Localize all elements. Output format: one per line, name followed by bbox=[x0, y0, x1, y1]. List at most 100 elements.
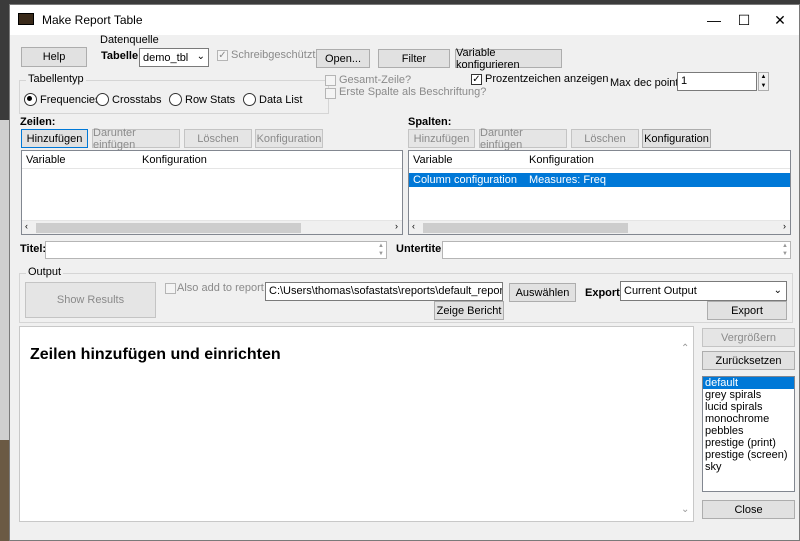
radio-crosstabs-label: Crosstabs bbox=[112, 93, 162, 106]
export-button[interactable]: Export bbox=[707, 301, 787, 320]
export-select-value: Current Output bbox=[624, 285, 697, 297]
scroll-right-icon[interactable]: › bbox=[783, 221, 786, 231]
title-bar[interactable]: Make Report Table — ☐ ✕ bbox=[10, 5, 799, 35]
cols-config-button[interactable]: Konfiguration bbox=[642, 129, 711, 148]
table-row[interactable]: Column configuration Measures: Freq bbox=[409, 173, 790, 187]
subtitle-spinner-icon: ▲ ▼ bbox=[782, 243, 788, 257]
chevron-down-icon: ⌄ bbox=[196, 51, 205, 62]
max-dec-input[interactable]: 1 bbox=[677, 72, 757, 91]
rows-list[interactable]: Variable Konfiguration ‹ › bbox=[21, 150, 403, 235]
title-input[interactable]: ▲ ▼ bbox=[45, 241, 387, 259]
readonly-label: Schreibgeschützt bbox=[231, 49, 316, 61]
rows-scroll-thumb[interactable] bbox=[36, 223, 301, 233]
filter-button[interactable]: Filter bbox=[378, 49, 450, 68]
configure-variable-button[interactable]: Variable konfigurieren bbox=[455, 47, 562, 71]
cols-insert-under-button[interactable]: Darunter einfügen bbox=[479, 127, 567, 151]
title-spinner-icon: ▲ ▼ bbox=[378, 243, 384, 257]
radio-rowstats-label: Row Stats bbox=[185, 93, 236, 106]
rows-col-variable[interactable]: Variable bbox=[26, 154, 66, 166]
first-col-label-text: Erste Spalte als Beschriftung? bbox=[339, 86, 487, 98]
radio-datalist-label: Data List bbox=[259, 93, 303, 106]
list-item[interactable]: sky bbox=[703, 461, 794, 473]
scroll-left-icon[interactable]: ‹ bbox=[25, 221, 28, 231]
subtitle-input[interactable]: ▲ ▼ bbox=[442, 241, 791, 259]
radio-rowstats[interactable]: Row Stats bbox=[169, 93, 235, 106]
list-item[interactable]: lucid spirals bbox=[703, 401, 794, 413]
readonly-checkbox[interactable]: ✓ bbox=[217, 50, 228, 61]
export-select[interactable]: Current Output ⌄ bbox=[620, 281, 787, 301]
radio-datalist[interactable]: Data List bbox=[243, 93, 302, 106]
list-item[interactable]: monochrome bbox=[703, 413, 794, 425]
browse-button[interactable]: Auswählen bbox=[509, 283, 576, 302]
scroll-down-icon[interactable]: ⌄ bbox=[681, 504, 689, 515]
rows-insert-under-button[interactable]: Darunter einfügen bbox=[92, 127, 180, 151]
add-to-report-label: Also add to report bbox=[177, 282, 264, 294]
radio-frequencies[interactable]: Frequencies bbox=[24, 93, 101, 106]
app-icon bbox=[18, 13, 34, 25]
table-select[interactable]: demo_tbl ⌄ bbox=[139, 48, 209, 67]
radio-rowstats-dot bbox=[169, 93, 182, 106]
scroll-right-icon[interactable]: › bbox=[395, 221, 398, 231]
reset-button[interactable]: Zurücksetzen bbox=[702, 351, 795, 370]
cols-label: Spalten: bbox=[408, 116, 452, 128]
total-row-checkbox[interactable] bbox=[325, 75, 336, 86]
preview-vscrollbar[interactable]: ⌃ ⌄ bbox=[679, 327, 693, 521]
rows-hscrollbar[interactable]: ‹ › bbox=[22, 220, 402, 234]
radio-datalist-dot bbox=[243, 93, 256, 106]
rows-add-button[interactable]: Hinzufügen bbox=[21, 129, 88, 148]
rows-delete-button[interactable]: Löschen bbox=[184, 129, 252, 148]
style-list[interactable]: default grey spirals lucid spirals monoc… bbox=[702, 376, 795, 492]
max-dec-spinner[interactable]: ▲ ▼ bbox=[758, 72, 769, 91]
list-item[interactable]: default bbox=[703, 377, 794, 389]
max-dec-label: Max dec points bbox=[610, 77, 684, 89]
report-path-input[interactable]: C:\Users\thomas\sofastats\reports\defaul… bbox=[265, 282, 503, 301]
radio-frequencies-dot bbox=[24, 93, 37, 106]
rows-list-header: Variable Konfiguration bbox=[22, 151, 402, 169]
cols-col-variable[interactable]: Variable bbox=[413, 154, 453, 166]
show-percent-checkbox[interactable]: ✓ bbox=[471, 74, 482, 85]
title-label: Titel: bbox=[20, 243, 47, 255]
cols-scroll-thumb[interactable] bbox=[423, 223, 628, 233]
rows-config-button[interactable]: Konfiguration bbox=[255, 129, 323, 148]
scroll-up-icon[interactable]: ⌃ bbox=[681, 343, 689, 354]
add-to-report-checkbox[interactable] bbox=[165, 283, 176, 294]
show-report-button[interactable]: Zeige Bericht bbox=[434, 301, 504, 320]
first-col-label-checkbox[interactable] bbox=[325, 88, 336, 99]
close-window-button[interactable]: ✕ bbox=[760, 5, 800, 35]
list-item[interactable]: grey spirals bbox=[703, 389, 794, 401]
cols-add-button[interactable]: Hinzufügen bbox=[408, 129, 475, 148]
datasource-group-label: Datenquelle bbox=[100, 34, 159, 46]
cols-row-variable: Column configuration bbox=[413, 174, 517, 186]
subtitle-label: Untertitel: bbox=[396, 243, 448, 255]
tabletype-label: Tabellentyp bbox=[26, 73, 86, 85]
open-button[interactable]: Open... bbox=[316, 49, 370, 68]
cols-list-header: Variable Konfiguration bbox=[409, 151, 790, 169]
export-label: Export: bbox=[585, 287, 624, 299]
radio-frequencies-label: Frequencies bbox=[40, 93, 101, 106]
preview-pane[interactable]: Zeilen hinzufügen und einrichten ⌃ ⌄ bbox=[19, 326, 694, 522]
list-item[interactable]: prestige (print) bbox=[703, 437, 794, 449]
table-select-value: demo_tbl bbox=[143, 51, 189, 64]
cols-list[interactable]: Variable Konfiguration Column configurat… bbox=[408, 150, 791, 235]
scroll-left-icon[interactable]: ‹ bbox=[412, 221, 415, 231]
list-item[interactable]: pebbles bbox=[703, 425, 794, 437]
show-results-button[interactable]: Show Results bbox=[25, 282, 156, 318]
output-group-label: Output bbox=[26, 266, 64, 278]
show-percent-label: Prozentzeichen anzeigen bbox=[485, 73, 609, 85]
cols-delete-button[interactable]: Löschen bbox=[571, 129, 639, 148]
preview-message: Zeilen hinzufügen und einrichten bbox=[30, 346, 281, 363]
cols-row-config: Measures: Freq bbox=[529, 174, 607, 186]
chevron-down-icon: ⌄ bbox=[773, 285, 782, 296]
maximize-button[interactable]: ☐ bbox=[724, 5, 764, 35]
rows-col-config[interactable]: Konfiguration bbox=[142, 154, 207, 166]
window-title: Make Report Table bbox=[42, 13, 143, 27]
close-button[interactable]: Close bbox=[702, 500, 795, 519]
rows-label: Zeilen: bbox=[20, 116, 56, 128]
cols-col-config[interactable]: Konfiguration bbox=[529, 154, 594, 166]
radio-crosstabs[interactable]: Crosstabs bbox=[96, 93, 162, 106]
list-item[interactable]: prestige (screen) bbox=[703, 449, 794, 461]
cols-hscrollbar[interactable]: ‹ › bbox=[409, 220, 790, 234]
table-label: Tabelle: bbox=[101, 50, 142, 62]
help-button[interactable]: Help bbox=[21, 47, 87, 67]
enlarge-button[interactable]: Vergrößern bbox=[702, 328, 795, 347]
